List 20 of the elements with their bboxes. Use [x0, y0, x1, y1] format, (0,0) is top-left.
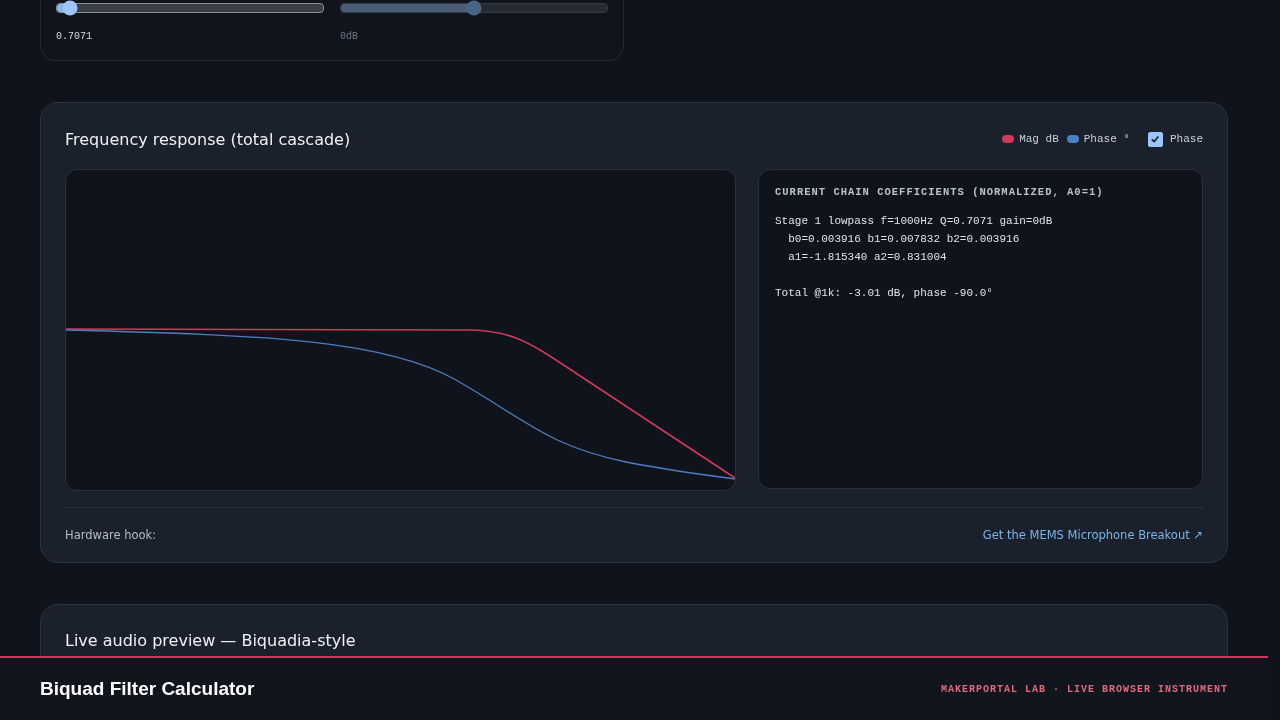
slider[interactable]: [56, 3, 324, 13]
legend-label: Phase °: [1083, 133, 1130, 145]
hook-label: Hardware hook:: [65, 528, 157, 542]
coefficient-line: Total @1k: -3.01 dB, phase -90.0°: [775, 286, 994, 301]
coefficient-line: b0=0.003916 b1=0.007832 b2=0.003916: [787, 232, 1021, 247]
tagline: MAKERPORTAL LAB · LIVE BROWSER INSTRUMENT: [940, 683, 1228, 695]
section-title: Frequency response (total cascade): [65, 129, 351, 149]
checkbox-label[interactable]: Phase: [1170, 133, 1203, 145]
panel-heading: CURRENT CHAIN COEFFICIENTS (NORMALIZED, A0=1): [775, 186, 1105, 198]
coefficient-line: Stage 1 lowpass f=1000Hz Q=0.7071 gain=0dB: [775, 214, 1054, 229]
check-icon: [1150, 134, 1161, 144]
slider[interactable]: [340, 3, 608, 13]
slider-value: 0dB: [340, 31, 359, 42]
slider-value: 0.7071: [56, 31, 93, 42]
legend-label: Mag dB: [1019, 133, 1059, 145]
product-link[interactable]: Get the MEMS Microphone Breakout ↗: [982, 528, 1203, 542]
checkbox[interactable]: [1148, 131, 1163, 147]
coefficient-line: a1=-1.815340 a2=0.831004: [787, 250, 948, 265]
app-title: Biquad Filter Calculator: [40, 678, 255, 700]
section-title: Live audio preview — Biquadia-style: [65, 631, 356, 650]
